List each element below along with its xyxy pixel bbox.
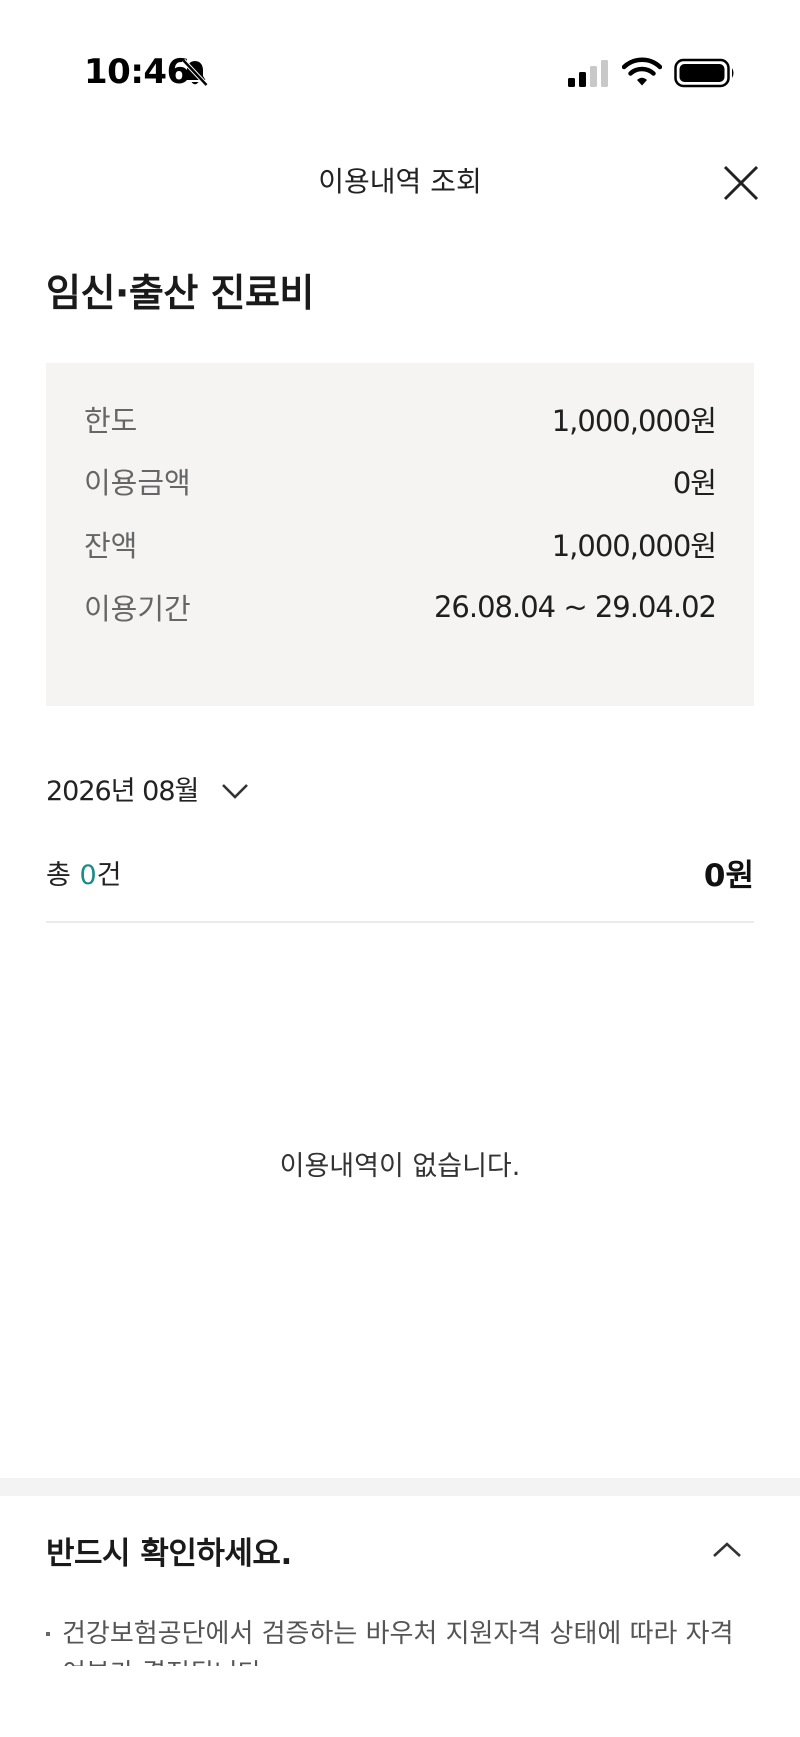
status-time: 10:46 [84,52,190,92]
month-label: 2026년 08월 [46,775,199,807]
summary-label: 이용금액 [84,466,191,500]
summary-value: 26.08.04 ~ 29.04.02 [433,590,717,624]
summary-row-limit: 한도 1,000,000원 [84,399,717,439]
summary-value: 1,000,000원 [551,529,717,563]
battery-icon [674,58,734,88]
summary-value: 1,000,000원 [551,404,717,438]
month-selector[interactable]: 2026년 08월 [46,768,250,808]
section-divider [0,1478,800,1496]
status-bar: 10:46 [0,0,800,120]
notice-item: 건강보험공단에서 검증하는 바우처 지원자격 상태에 따라 자격 여부가 결정됩… [46,1614,762,1666]
summary-value: 0원 [672,466,717,500]
chevron-up-icon[interactable] [711,1540,743,1560]
count-text: 총 0건 [46,853,121,892]
close-icon[interactable] [720,162,762,204]
notice-item-text: 건강보험공단에서 검증하는 바우처 지원자격 상태에 따라 자격 여부가 결정됩… [62,1619,734,1666]
wifi-icon [622,57,662,86]
page-title: 임신·출산 진료비 [46,271,314,315]
bullet [46,1632,50,1636]
count-number: 0 [79,859,97,891]
bell-slash-icon [181,58,209,87]
total-amount: 0원 [703,857,754,894]
summary-label: 한도 [84,404,138,438]
count-suffix: 건 [96,859,122,891]
summary-row-period: 이용기간 26.08.04 ~ 29.04.02 [84,587,717,627]
signal-icon [568,60,608,87]
divider [46,921,754,923]
summary-row-balance: 잔액 1,000,000원 [84,524,717,564]
header-title: 이용내역 조회 [318,165,482,198]
count-row: 총 0건 0원 [46,852,754,894]
summary-row-used: 이용금액 0원 [84,461,717,501]
notice-section: 반드시 확인하세요. 건강보험공단에서 검증하는 바우처 지원자격 상태에 따라… [0,1496,800,1737]
summary-label: 이용기간 [84,592,191,626]
notice-list: 건강보험공단에서 검증하는 바우처 지원자격 상태에 따라 자격 여부가 결정됩… [0,1614,800,1666]
empty-message: 이용내역이 없습니다. [279,1151,521,1182]
chevron-down-icon [222,784,249,799]
summary-label: 잔액 [84,529,138,563]
notice-title: 반드시 확인하세요. [46,1536,292,1572]
count-prefix: 총 [46,859,80,891]
summary-box: 한도 1,000,000원 이용금액 0원 잔액 1,000,000원 이용기간… [46,363,754,706]
